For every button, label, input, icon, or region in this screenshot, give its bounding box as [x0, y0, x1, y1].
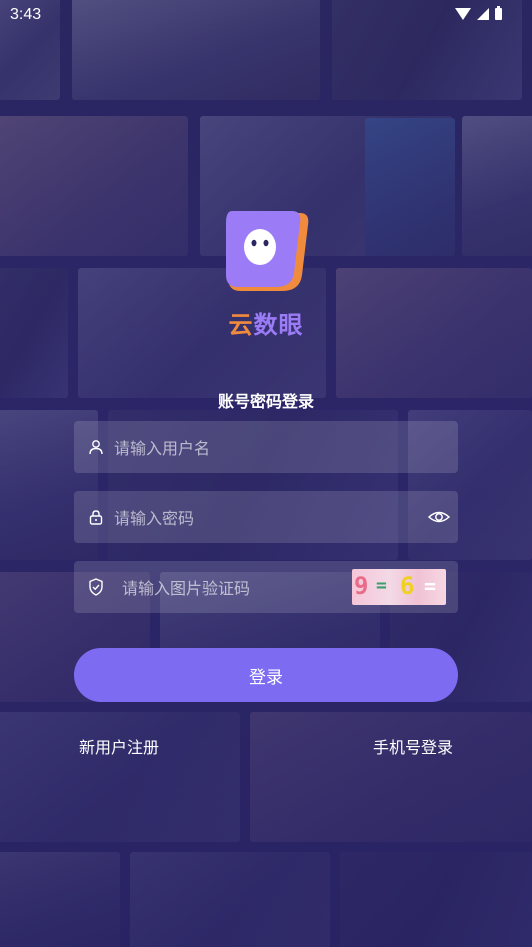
status-icons: [455, 6, 502, 20]
register-link[interactable]: 新用户注册: [79, 734, 159, 758]
user-icon: [86, 437, 106, 457]
brand-name: 云数眼: [228, 311, 304, 339]
status-time: 3:43: [10, 6, 42, 23]
wifi-icon: [455, 8, 471, 20]
password-placeholder: 请输入密码: [114, 509, 195, 528]
eye-icon[interactable]: [428, 507, 450, 527]
phone-login-link[interactable]: 手机号登录: [373, 734, 453, 758]
battery-icon: [495, 6, 502, 20]
lock-icon: [86, 507, 106, 527]
login-button[interactable]: 登录: [74, 648, 458, 702]
username-field[interactable]: 请输入用户名: [74, 421, 458, 473]
captcha-image[interactable]: 9 = 6 =: [352, 569, 446, 605]
login-screen: 3:43 云数眼 账号密码登录 请输入用户名 请输入密码 请输入图片验证码 9 …: [0, 0, 532, 947]
form-title: 账号密码登录: [217, 392, 314, 411]
signal-icon: [477, 8, 489, 20]
background-camera-collage: [0, 0, 532, 947]
username-placeholder: 请输入用户名: [114, 439, 211, 458]
shield-icon: [86, 577, 106, 597]
status-bar: 3:43: [0, 0, 532, 30]
password-field[interactable]: 请输入密码: [74, 491, 458, 543]
captcha-placeholder: 请输入图片验证码: [122, 579, 251, 598]
app-logo: [226, 211, 309, 291]
captcha-field[interactable]: 请输入图片验证码 9 = 6 =: [74, 561, 458, 613]
